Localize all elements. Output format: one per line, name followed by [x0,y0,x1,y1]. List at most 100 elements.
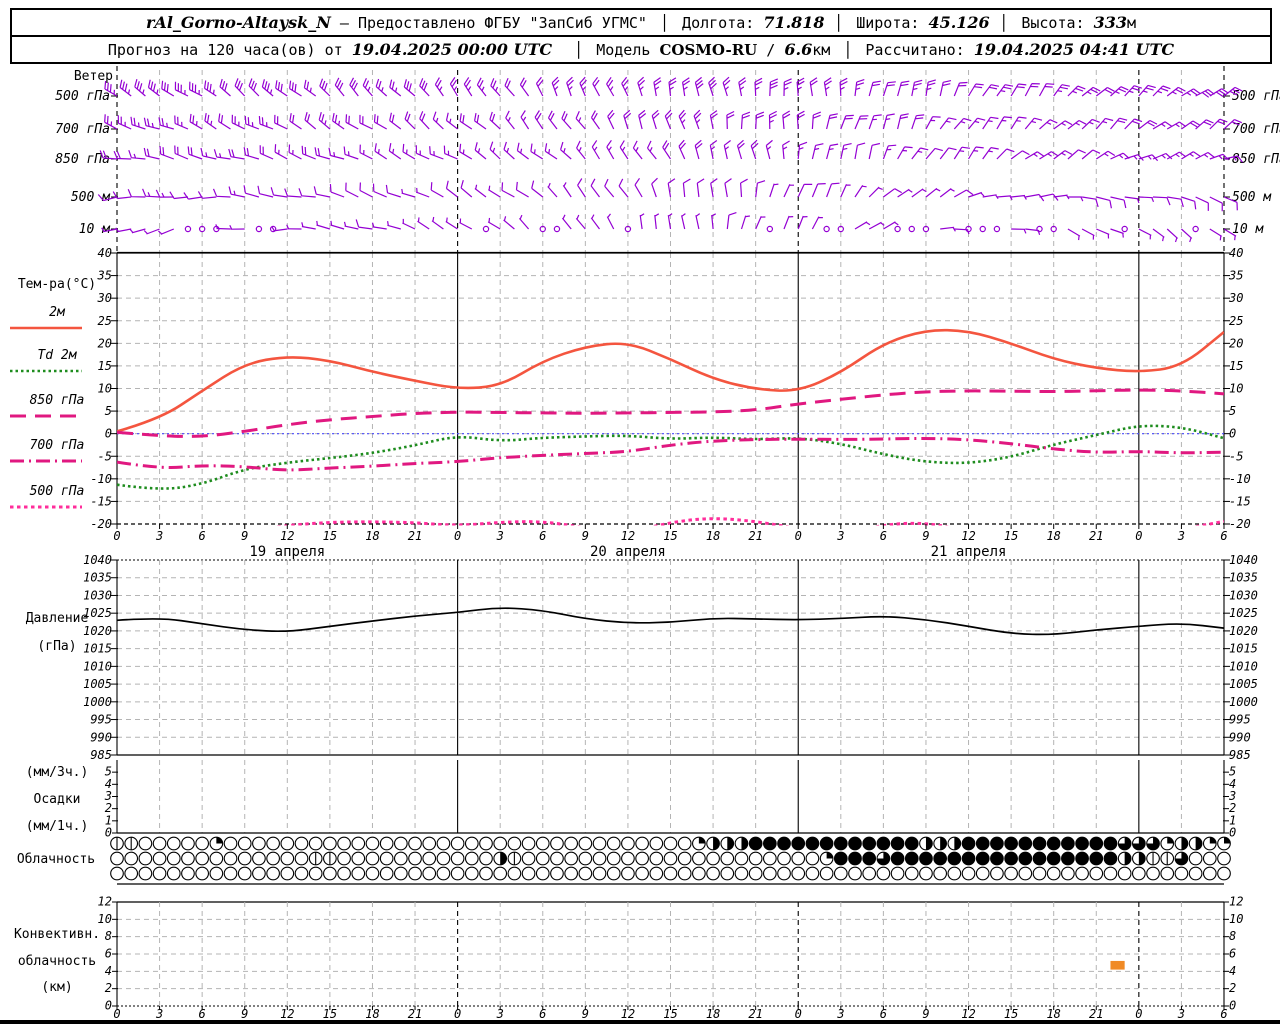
header-text: Прогноз на 120 часа(ов) от [107,40,352,59]
label: 5 [1229,404,1236,418]
label: 1010 [83,659,112,673]
label: 4 [105,964,112,978]
cloudiness-panel: Облачность [17,836,1231,885]
label: 18 [365,529,379,543]
label: 6 [105,947,112,961]
label: 2м [49,305,66,320]
temperature-panel: 40 40 35 35 30 30 25 25 20 20 15 15 10 10 5 5 0 0 -5 -5 -10 -… [90,246,1251,531]
header-text: км [812,40,840,59]
label: 10 [98,382,112,396]
label: 12 [621,529,635,543]
label: 3 [155,529,163,543]
label: 21 [1089,529,1103,543]
label: 3 [155,1007,163,1021]
label: 15 [1004,1007,1018,1021]
label: 21 [408,1007,422,1021]
label: 12 [621,1007,635,1021]
convective-panel: 12 12 10 10 8 8 6 6 4 4 2 2 0 0 [98,895,1244,1013]
label: 18 [365,1007,379,1021]
label: 12 [98,895,112,909]
label: 4 [1229,964,1236,978]
label: 21 [748,529,762,543]
label: 500 гПа [55,89,110,104]
label: 30 [97,291,112,305]
label: 8 [105,929,112,943]
label: Осадки [34,792,81,807]
precipitation-panel: 5 54 43 32 21 10 0 [104,760,1236,840]
label: (мм/3ч.) [26,765,89,780]
header-separator: │ [556,40,593,59]
label: 21 [1089,1007,1103,1021]
label: 1000 [1229,695,1258,709]
header-text: / [757,40,785,59]
label: 10 [1229,382,1243,396]
meteogram-screen: rAl_Gorno-Altaysk_N — Предоставлено ФГБУ… [0,0,1280,1024]
label: 3 [1177,529,1185,543]
label: -5 [98,449,112,463]
label: Конвективн. [14,927,100,942]
label: -20 [90,517,112,531]
label: 0 [1135,529,1142,543]
label: 15 [1229,359,1243,373]
label: 0 [105,999,112,1013]
label: 0 [795,529,802,543]
header-text: 19.04.2025 00:00 UTC [351,40,553,59]
label: 12 [961,529,975,543]
label: 0 [105,826,112,840]
label: 990 [90,730,112,744]
label: 21 [748,1007,762,1021]
label: 19 апреля [249,544,325,560]
label: -5 [1229,449,1243,463]
label: 0 [795,1007,802,1021]
label: 35 [1228,269,1243,283]
header-text: — Предоставлено ФГБУ "ЗапСиб УГМС" [330,13,656,32]
header-text: Модель [596,40,660,59]
label: Ветер [74,69,113,84]
label: 15 [323,1007,337,1021]
label: 1005 [83,677,112,691]
label: 1005 [1229,677,1258,691]
label: 9 [241,529,248,543]
header-line-1: rAl_Gorno-Altaysk_N — Предоставлено ФГБУ… [12,10,1270,35]
label: 20 апреля [590,544,666,560]
label: 1015 [1229,642,1258,656]
label: 6 [539,529,546,543]
label: 1000 [83,695,112,709]
label: 985 [1229,748,1251,762]
label: 700 гПа [30,438,85,453]
label: 1020 [83,624,112,638]
label: 10 [1229,912,1243,926]
header-separator: │ [843,40,862,59]
label: 12 [280,1007,294,1021]
bottom-axis: 0 3 6 9 12 15 18 21 0 3 6 9 12 15 18 21 0 3 6 9 12 15 18 21 0 3 6 [0,1007,1280,1024]
label: 1010 [1229,659,1258,673]
pressure-panel: 1040 10401035 10351030 10301025 10251020 1020… [83,553,1258,762]
label: 8 [1229,929,1236,943]
label: 0 [454,1007,461,1021]
label: 0 [1229,999,1236,1013]
header-line-2: Прогноз на 120 часа(ов) от 19.04.2025 00… [12,35,1270,62]
label: 850 гПа [30,393,85,408]
label: 0 [1229,826,1236,840]
label: 25 [98,314,112,328]
header-separator: │ [834,13,844,32]
header-text: Рассчитано: [865,40,974,59]
label: 3 [496,529,504,543]
label: 1035 [1229,571,1258,585]
label: -20 [1229,517,1251,531]
label: Тем-ра(°C) [18,277,96,292]
label: 1040 [1229,553,1258,567]
header-text: COSMO-RU [659,40,758,59]
label: 3 [1177,1007,1185,1021]
header-text: 45.126 [928,13,996,32]
label: 5 [105,404,112,418]
label: 1025 [1229,606,1258,620]
label: 500 гПа [30,484,85,499]
label: (мм/1ч.) [26,819,89,834]
label: 6 [1220,1007,1227,1021]
label: 1040 [83,553,112,567]
label: 40 [98,246,112,260]
label: 0 [113,1007,120,1021]
header-text: 6.6 [784,40,813,59]
header-text: 333 [1093,13,1127,32]
